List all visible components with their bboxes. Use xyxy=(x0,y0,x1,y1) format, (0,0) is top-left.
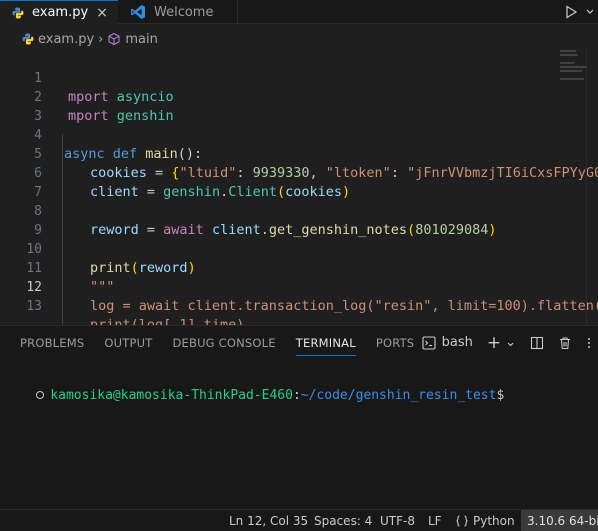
language-mode[interactable]: Python xyxy=(455,510,515,531)
python-icon xyxy=(22,33,34,45)
panel-actions: bash + ⌄ xyxy=(422,326,592,359)
terminal-colon: : xyxy=(292,388,301,403)
breadcrumb-file[interactable]: exam.py xyxy=(38,32,94,47)
new-terminal-button[interactable]: + ⌄ xyxy=(487,333,516,353)
code-line: 13 print(log[-1].time) xyxy=(0,278,598,325)
shell-name: bash xyxy=(441,335,473,350)
python-icon xyxy=(12,7,24,18)
tab-exam-py[interactable]: exam.py × xyxy=(0,0,118,24)
method-icon xyxy=(108,32,120,46)
minimap[interactable] xyxy=(560,50,586,90)
chevron-down-icon[interactable] xyxy=(586,5,594,19)
terminal-bash-icon xyxy=(422,335,436,350)
indentation-status[interactable]: Spaces: 4 xyxy=(314,510,372,531)
code-line: 10 print(reword) xyxy=(0,221,598,276)
braces-icon xyxy=(456,515,468,527)
more-actions-icon[interactable] xyxy=(586,336,592,350)
code-line: 6 client = genshin.Client(cookies) xyxy=(0,145,598,200)
tab-debug-console[interactable]: DEBUG CONSOLE xyxy=(162,326,285,359)
eol-status[interactable]: LF xyxy=(428,510,442,531)
tab-label: Welcome xyxy=(154,4,214,20)
terminal-prompt-line[interactable]: kamosika@kamosika-ThinkPad-E460:~/code/g… xyxy=(0,369,504,423)
code-line: 2 mport genshin xyxy=(0,69,598,124)
code-line: 4 async def main(): xyxy=(0,107,598,162)
python-interpreter[interactable]: 3.10.6 64-bit xyxy=(521,510,598,531)
code-editor[interactable]: 1 mport asyncio 2 mport genshin 3 4 asyn… xyxy=(0,50,598,325)
code-line: 9 xyxy=(0,202,598,238)
split-terminal-icon[interactable] xyxy=(530,336,544,350)
trash-icon[interactable] xyxy=(558,336,572,350)
tab-ports[interactable]: PORTS xyxy=(366,326,424,359)
code-line: 14 xyxy=(0,315,598,325)
close-icon[interactable]: × xyxy=(96,5,108,21)
command-decoration-icon[interactable] xyxy=(36,391,45,399)
code-line-current: 12 log = await client.transaction_log("r… xyxy=(0,259,598,314)
breadcrumb: exam.py › main xyxy=(0,29,158,49)
terminal-user-host: kamosika@kamosika-ThinkPad-E460 xyxy=(50,388,293,403)
code-token: log = await client.transaction_log("resi… xyxy=(90,298,598,314)
code-line: 1 mport asyncio xyxy=(0,50,598,105)
encoding-status[interactable]: UTF-8 xyxy=(380,510,415,531)
bottom-panel: PROBLEMS OUTPUT DEBUG CONSOLE TERMINAL P… xyxy=(0,325,598,509)
editor-actions xyxy=(564,0,598,24)
language-label: Python xyxy=(473,514,515,528)
code-line: 5 cookies = {"ltuid": 9939330, "ltoken":… xyxy=(0,126,598,181)
editor-tab-bar: exam.py × Welcome xyxy=(0,0,598,24)
terminal-shell-selector[interactable]: bash xyxy=(422,335,473,350)
tab-label: exam.py xyxy=(32,5,89,20)
add-icon: + xyxy=(486,332,502,353)
status-bar: Ln 12, Col 35 Spaces: 4 UTF-8 LF Python … xyxy=(0,509,598,531)
code-line: 7 xyxy=(0,164,598,200)
tab-welcome[interactable]: Welcome xyxy=(118,0,238,24)
code-line: 11 """ xyxy=(0,240,598,295)
tab-problems[interactable]: PROBLEMS xyxy=(0,326,94,359)
code-line: 3 xyxy=(0,88,598,124)
cursor-position[interactable]: Ln 12, Col 35 xyxy=(229,510,308,531)
run-icon[interactable] xyxy=(564,5,578,19)
tab-output[interactable]: OUTPUT xyxy=(94,326,162,359)
code-line: 8 reword = await client.get_genshin_note… xyxy=(0,183,598,238)
breadcrumb-separator: › xyxy=(98,31,104,47)
chevron-down-icon[interactable]: ⌄ xyxy=(505,335,516,350)
breadcrumb-symbol[interactable]: main xyxy=(125,32,157,47)
line-number: 13 xyxy=(26,299,42,314)
editor-scrollbar[interactable] xyxy=(586,50,598,325)
terminal-prompt-symbol: $ xyxy=(496,388,505,403)
terminal-path: ~/code/genshin_resin_test xyxy=(300,388,497,403)
vscode-icon xyxy=(131,5,145,19)
tab-terminal[interactable]: TERMINAL xyxy=(286,326,366,359)
